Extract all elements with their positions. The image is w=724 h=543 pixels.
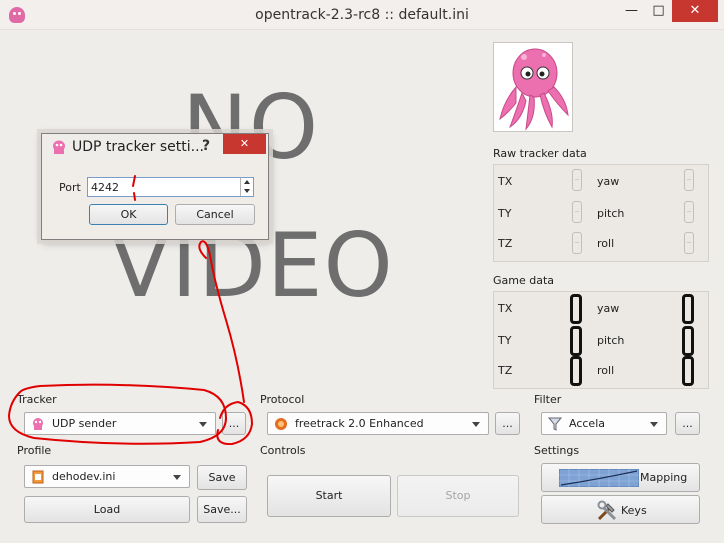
controls-label: Controls [260,444,306,457]
tracker-select[interactable]: UDP sender [24,412,216,435]
mapping-button[interactable]: Mapping [541,463,700,492]
game-tx-value [570,294,582,324]
spin-down-icon[interactable] [240,187,253,196]
chevron-down-icon [472,422,480,427]
freetrack-icon [274,417,288,431]
game-data-box: TX TY TZ yaw pitch roll [493,291,709,389]
profile-select[interactable]: dehodev.ini [24,465,190,488]
filter-select[interactable]: Accela [541,412,667,435]
game-data-label: Game data [493,274,555,287]
save-button[interactable]: Save [197,465,247,490]
load-button[interactable]: Load [24,496,190,523]
tools-icon [596,500,618,525]
protocol-settings-button[interactable]: ... [495,412,520,435]
raw-yaw-value [684,169,694,191]
dialog-title: UDP tracker setti... [72,139,204,155]
profile-select-value: dehodev.ini [52,470,116,483]
keys-button[interactable]: Keys [541,495,700,524]
filter-label: Filter [534,393,562,406]
game-roll-value [682,356,694,386]
raw-tz-label: TZ [498,237,513,250]
raw-tracker-label: Raw tracker data [493,147,587,160]
game-yaw-value [682,294,694,324]
dialog-close-button[interactable]: ✕ [223,134,266,154]
filter-settings-button[interactable]: ... [675,412,700,435]
mapping-button-label: Mapping [640,471,688,484]
window-title: opentrack-2.3-rc8 :: default.ini [255,7,469,23]
port-label: Port [59,181,81,194]
close-button[interactable]: ✕ [672,0,718,22]
octopus-logo [493,42,573,132]
raw-roll-label: roll [597,237,615,250]
help-icon[interactable]: ? [202,138,210,154]
raw-tz-value [572,232,582,254]
port-spinbox[interactable]: 4242 [87,177,254,197]
settings-label: Settings [534,444,580,457]
raw-tracker-box: TX TY TZ yaw pitch roll [493,164,709,262]
game-tz-label: TZ [498,364,513,377]
dialog-title-bar: UDP tracker setti... ? ✕ [42,134,268,161]
game-pitch-label: pitch [597,334,625,347]
maximize-button[interactable]: □ [645,0,672,22]
tracker-settings-button[interactable]: ... [222,412,246,435]
port-value: 4242 [91,181,119,194]
game-tx-label: TX [498,302,513,315]
game-yaw-label: yaw [597,302,620,315]
filter-select-value: Accela [569,417,605,430]
chevron-down-icon [199,422,207,427]
game-pitch-value [682,326,694,356]
raw-pitch-value [684,201,694,223]
udp-tracker-settings-dialog: UDP tracker setti... ? ✕ Port 4242 OK Ca… [41,133,269,240]
cancel-button[interactable]: Cancel [175,204,255,225]
spin-up-icon[interactable] [240,178,253,187]
octopus-logo-icon [499,48,569,131]
title-bar: opentrack-2.3-rc8 :: default.ini — □ ✕ [0,0,724,30]
curve-graph-icon [558,468,640,490]
tracker-select-value: UDP sender [52,417,117,430]
profile-label: Profile [17,444,52,457]
raw-tx-value [572,169,582,191]
game-ty-label: TY [498,334,512,347]
raw-tx-label: TX [498,175,513,188]
raw-pitch-label: pitch [597,207,625,220]
save-as-button[interactable]: Save... [197,496,247,523]
protocol-select[interactable]: freetrack 2.0 Enhanced [267,412,489,435]
tracker-label: Tracker [17,393,57,406]
minimize-button[interactable]: — [618,0,645,22]
octopus-icon [51,140,67,159]
ok-button[interactable]: OK [89,204,168,225]
funnel-icon [547,417,563,431]
octopus-icon [31,417,45,431]
ini-file-icon [31,470,45,484]
chevron-down-icon [650,422,658,427]
protocol-select-value: freetrack 2.0 Enhanced [295,417,424,430]
raw-ty-label: TY [498,207,512,220]
start-button[interactable]: Start [267,475,391,517]
game-ty-value [570,326,582,356]
raw-yaw-label: yaw [597,175,620,188]
keys-button-label: Keys [621,504,647,517]
raw-roll-value [684,232,694,254]
stop-button[interactable]: Stop [397,475,519,517]
protocol-label: Protocol [260,393,305,406]
raw-ty-value [572,201,582,223]
chevron-down-icon [173,475,181,480]
game-roll-label: roll [597,364,615,377]
game-tz-value [570,356,582,386]
